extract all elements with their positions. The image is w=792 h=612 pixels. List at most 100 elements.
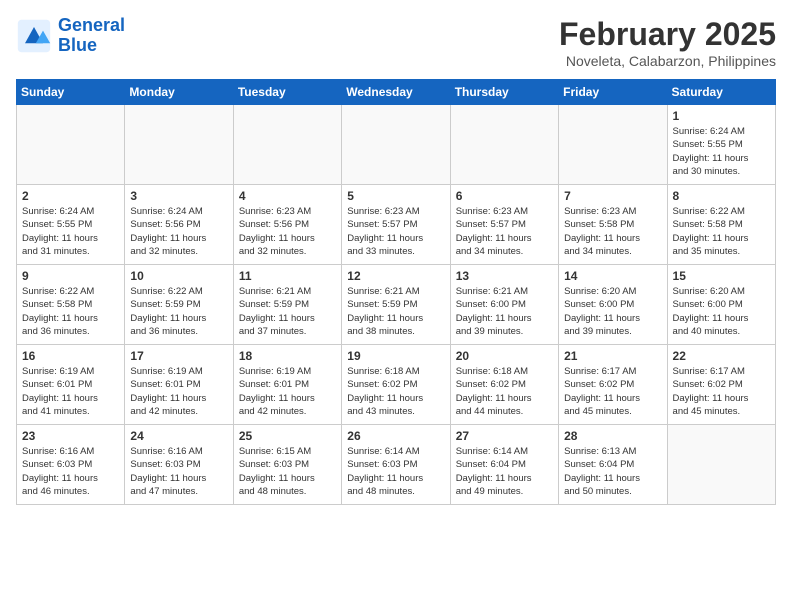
calendar-cell: 22 Sunrise: 6:17 AM Sunset: 6:02 PM Dayli… [667,345,775,425]
calendar-cell [450,105,558,185]
day-number: 11 [239,269,336,283]
day-number: 22 [673,349,770,363]
calendar-week-row: 16 Sunrise: 6:19 AM Sunset: 6:01 PM Dayli… [17,345,776,425]
day-info: Sunrise: 6:23 AM Sunset: 5:57 PM Dayligh… [347,205,444,258]
calendar-week-row: 1 Sunrise: 6:24 AM Sunset: 5:55 PM Daylig… [17,105,776,185]
day-number: 17 [130,349,227,363]
day-info: Sunrise: 6:22 AM Sunset: 5:58 PM Dayligh… [22,285,119,338]
calendar-cell [667,425,775,505]
day-number: 2 [22,189,119,203]
weekday-header: Sunday [17,80,125,105]
day-info: Sunrise: 6:24 AM Sunset: 5:55 PM Dayligh… [22,205,119,258]
day-number: 7 [564,189,661,203]
month-year: February 2025 [559,16,776,53]
calendar-cell: 13Sunrise: 6:21 AM Sunset: 6:00 PM Dayli… [450,265,558,345]
day-number: 18 [239,349,336,363]
calendar-cell: 20Sunrise: 6:18 AM Sunset: 6:02 PM Dayli… [450,345,558,425]
day-number: 10 [130,269,227,283]
day-info: Sunrise: 6:20 AM Sunset: 6:00 PM Dayligh… [673,285,770,338]
day-info: Sunrise: 6:21 AM Sunset: 5:59 PM Dayligh… [239,285,336,338]
day-info: Sunrise: 6:24 AM Sunset: 5:56 PM Dayligh… [130,205,227,258]
calendar-cell: 4 Sunrise: 6:23 AM Sunset: 5:56 PM Daylig… [233,185,341,265]
calendar-cell: 23 Sunrise: 6:16 AM Sunset: 6:03 PM Dayli… [17,425,125,505]
day-number: 8 [673,189,770,203]
day-info: Sunrise: 6:23 AM Sunset: 5:56 PM Dayligh… [239,205,336,258]
day-number: 9 [22,269,119,283]
day-number: 12 [347,269,444,283]
calendar-week-row: 23 Sunrise: 6:16 AM Sunset: 6:03 PM Dayli… [17,425,776,505]
day-info: Sunrise: 6:16 AM Sunset: 6:03 PM Dayligh… [22,445,119,498]
calendar-week-row: 2 Sunrise: 6:24 AM Sunset: 5:55 PM Daylig… [17,185,776,265]
day-info: Sunrise: 6:19 AM Sunset: 6:01 PM Dayligh… [22,365,119,418]
day-info: Sunrise: 6:18 AM Sunset: 6:02 PM Dayligh… [347,365,444,418]
day-info: Sunrise: 6:14 AM Sunset: 6:04 PM Dayligh… [456,445,553,498]
logo-icon [16,18,52,54]
calendar-cell: 24Sunrise: 6:16 AM Sunset: 6:03 PM Dayli… [125,425,233,505]
logo: General Blue [16,16,125,56]
calendar-table: SundayMondayTuesdayWednesdayThursdayFrid… [16,79,776,505]
calendar-cell: 16 Sunrise: 6:19 AM Sunset: 6:01 PM Dayli… [17,345,125,425]
calendar-header-row: SundayMondayTuesdayWednesdayThursdayFrid… [17,80,776,105]
calendar-cell: 10 Sunrise: 6:22 AM Sunset: 5:59 PM Dayli… [125,265,233,345]
day-number: 23 [22,429,119,443]
logo-line2: Blue [58,35,97,55]
calendar-cell: 3Sunrise: 6:24 AM Sunset: 5:56 PM Daylig… [125,185,233,265]
calendar-cell: 9 Sunrise: 6:22 AM Sunset: 5:58 PM Daylig… [17,265,125,345]
calendar-cell: 21Sunrise: 6:17 AM Sunset: 6:02 PM Dayli… [559,345,667,425]
calendar-cell: 8 Sunrise: 6:22 AM Sunset: 5:58 PM Daylig… [667,185,775,265]
weekday-header: Friday [559,80,667,105]
day-number: 20 [456,349,553,363]
day-info: Sunrise: 6:19 AM Sunset: 6:01 PM Dayligh… [239,365,336,418]
calendar-cell: 18 Sunrise: 6:19 AM Sunset: 6:01 PM Dayli… [233,345,341,425]
weekday-header: Tuesday [233,80,341,105]
calendar-cell: 15 Sunrise: 6:20 AM Sunset: 6:00 PM Dayli… [667,265,775,345]
day-number: 14 [564,269,661,283]
calendar-cell: 17 Sunrise: 6:19 AM Sunset: 6:01 PM Dayli… [125,345,233,425]
logo-text: General Blue [58,16,125,56]
calendar-cell: 5 Sunrise: 6:23 AM Sunset: 5:57 PM Daylig… [342,185,450,265]
day-info: Sunrise: 6:17 AM Sunset: 6:02 PM Dayligh… [564,365,661,418]
calendar-cell: 6Sunrise: 6:23 AM Sunset: 5:57 PM Daylig… [450,185,558,265]
calendar-cell [17,105,125,185]
day-info: Sunrise: 6:15 AM Sunset: 6:03 PM Dayligh… [239,445,336,498]
calendar-cell: 2 Sunrise: 6:24 AM Sunset: 5:55 PM Daylig… [17,185,125,265]
calendar-cell: 1 Sunrise: 6:24 AM Sunset: 5:55 PM Daylig… [667,105,775,185]
day-number: 27 [456,429,553,443]
calendar-cell: 14Sunrise: 6:20 AM Sunset: 6:00 PM Dayli… [559,265,667,345]
weekday-header: Wednesday [342,80,450,105]
logo-line1: General [58,15,125,35]
day-number: 16 [22,349,119,363]
weekday-header: Saturday [667,80,775,105]
day-number: 1 [673,109,770,123]
page-header: General Blue February 2025 Noveleta, Cal… [16,16,776,69]
day-number: 26 [347,429,444,443]
day-info: Sunrise: 6:14 AM Sunset: 6:03 PM Dayligh… [347,445,444,498]
calendar-cell [125,105,233,185]
day-info: Sunrise: 6:17 AM Sunset: 6:02 PM Dayligh… [673,365,770,418]
day-number: 5 [347,189,444,203]
weekday-header: Thursday [450,80,558,105]
day-info: Sunrise: 6:22 AM Sunset: 5:59 PM Dayligh… [130,285,227,338]
day-info: Sunrise: 6:13 AM Sunset: 6:04 PM Dayligh… [564,445,661,498]
weekday-header: Monday [125,80,233,105]
calendar-cell: 28 Sunrise: 6:13 AM Sunset: 6:04 PM Dayli… [559,425,667,505]
day-info: Sunrise: 6:21 AM Sunset: 5:59 PM Dayligh… [347,285,444,338]
calendar-cell [342,105,450,185]
calendar-cell: 7 Sunrise: 6:23 AM Sunset: 5:58 PM Daylig… [559,185,667,265]
day-info: Sunrise: 6:21 AM Sunset: 6:00 PM Dayligh… [456,285,553,338]
calendar-cell [559,105,667,185]
calendar-cell: 11 Sunrise: 6:21 AM Sunset: 5:59 PM Dayli… [233,265,341,345]
day-number: 4 [239,189,336,203]
calendar-cell: 12 Sunrise: 6:21 AM Sunset: 5:59 PM Dayli… [342,265,450,345]
calendar-cell: 27 Sunrise: 6:14 AM Sunset: 6:04 PM Dayli… [450,425,558,505]
day-number: 15 [673,269,770,283]
day-number: 19 [347,349,444,363]
day-number: 6 [456,189,553,203]
location: Noveleta, Calabarzon, Philippines [559,53,776,69]
day-number: 28 [564,429,661,443]
day-info: Sunrise: 6:19 AM Sunset: 6:01 PM Dayligh… [130,365,227,418]
day-info: Sunrise: 6:22 AM Sunset: 5:58 PM Dayligh… [673,205,770,258]
title-block: February 2025 Noveleta, Calabarzon, Phil… [559,16,776,69]
day-info: Sunrise: 6:24 AM Sunset: 5:55 PM Dayligh… [673,125,770,178]
day-info: Sunrise: 6:23 AM Sunset: 5:58 PM Dayligh… [564,205,661,258]
